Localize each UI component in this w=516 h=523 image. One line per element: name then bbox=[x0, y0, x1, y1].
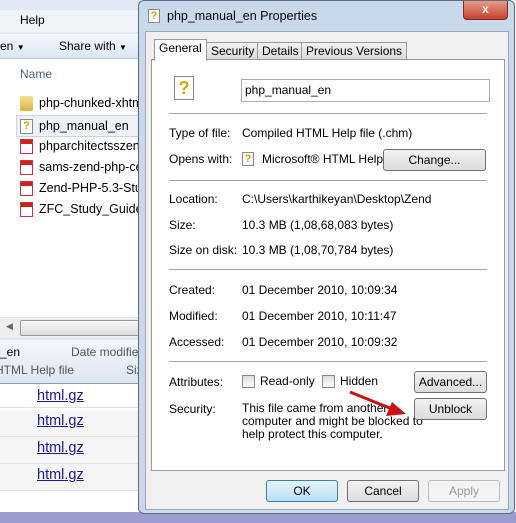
size-label: Size: bbox=[169, 218, 196, 232]
hidden-label: Hidden bbox=[340, 374, 379, 388]
divider bbox=[169, 361, 487, 362]
menu-bar: Help bbox=[0, 10, 140, 32]
close-button[interactable]: x bbox=[463, 1, 508, 20]
file-name: ZFC_Study_Guide_ bbox=[39, 202, 150, 216]
download-link[interactable]: html.gz bbox=[37, 413, 84, 429]
file-item[interactable]: Zend-PHP-5.3-Stu bbox=[20, 178, 150, 198]
created-value: 01 December 2010, 10:09:34 bbox=[242, 283, 398, 297]
properties-dialog: ? php_manual_en Properties x General Sec… bbox=[138, 0, 515, 514]
tab-security[interactable]: Security bbox=[206, 42, 260, 60]
file-name: php_manual_en bbox=[39, 119, 129, 133]
pdf-icon bbox=[20, 160, 33, 176]
open-button[interactable]: en ▼ bbox=[0, 39, 25, 53]
details-pane: _en Date modifie HTML Help file Siz bbox=[0, 340, 143, 383]
chm-help-icon: ? bbox=[20, 119, 33, 135]
details-type: HTML Help file bbox=[0, 363, 74, 377]
details-date-label: Date modifie bbox=[71, 345, 139, 359]
modified-label: Modified: bbox=[169, 309, 218, 323]
folder-icon bbox=[20, 96, 33, 112]
general-tab-panel: ? php_manual_en Type of file: Compiled H… bbox=[151, 59, 505, 471]
dialog-title: php_manual_en Properties bbox=[167, 9, 318, 23]
opens-with-label: Opens with: bbox=[169, 152, 233, 166]
unblock-button[interactable]: Unblock bbox=[414, 398, 487, 420]
modified-value: 01 December 2010, 10:11:47 bbox=[242, 309, 397, 323]
change-button[interactable]: Change... bbox=[383, 149, 486, 171]
red-arrow-annotation bbox=[349, 390, 406, 416]
accessed-value: 01 December 2010, 10:09:32 bbox=[242, 335, 398, 349]
file-item[interactable]: phparchitectsszend bbox=[20, 136, 150, 156]
file-item[interactable]: sams-zend-php-ce bbox=[20, 157, 150, 177]
divider bbox=[169, 113, 487, 114]
pdf-icon bbox=[20, 202, 33, 218]
chevron-down-icon: ▼ bbox=[119, 43, 127, 52]
readonly-checkbox[interactable]: Read-only bbox=[242, 374, 315, 389]
pdf-icon bbox=[20, 181, 33, 197]
download-link[interactable]: html.gz bbox=[37, 467, 84, 483]
chm-help-icon: ? bbox=[174, 76, 194, 100]
cancel-button[interactable]: Cancel bbox=[347, 480, 419, 502]
file-item[interactable]: ? php_manual_en bbox=[16, 115, 151, 137]
apply-button[interactable]: Apply bbox=[428, 480, 500, 502]
checkbox-box[interactable] bbox=[322, 375, 335, 389]
chm-help-icon: ? bbox=[242, 152, 254, 166]
chm-help-icon: ? bbox=[148, 9, 160, 23]
security-line: help protect this computer. bbox=[242, 427, 383, 441]
file-item[interactable]: php-chunked-xhtml bbox=[20, 93, 150, 113]
divider bbox=[169, 180, 487, 181]
web-row: html.gz bbox=[0, 437, 140, 464]
explorer-window: Help en ▼ Share with ▼ Name php-chunked-… bbox=[0, 0, 151, 384]
details-filename: _en bbox=[0, 345, 21, 359]
file-name: phparchitectsszend bbox=[39, 139, 147, 153]
type-value: Compiled HTML Help file (.chm) bbox=[242, 126, 413, 140]
share-with-button[interactable]: Share with ▼ bbox=[59, 39, 127, 53]
size-on-disk-value: 10.3 MB (1,08,70,784 bytes) bbox=[242, 243, 394, 257]
filename-input[interactable]: php_manual_en bbox=[241, 79, 490, 102]
chevron-down-icon: ▼ bbox=[16, 43, 25, 52]
scroll-left-icon[interactable]: ◀ bbox=[6, 321, 13, 332]
share-label: Share with bbox=[59, 39, 116, 53]
type-label: Type of file: bbox=[169, 126, 231, 140]
accessed-label: Accessed: bbox=[169, 335, 225, 349]
ok-button[interactable]: OK bbox=[266, 480, 338, 502]
download-link[interactable]: html.gz bbox=[37, 388, 84, 404]
divider bbox=[169, 269, 487, 270]
hidden-checkbox[interactable]: Hidden bbox=[322, 374, 379, 389]
file-name: sams-zend-php-ce bbox=[39, 160, 143, 174]
explorer-toolbar: en ▼ Share with ▼ bbox=[0, 34, 140, 59]
tab-general[interactable]: General bbox=[154, 39, 207, 61]
menu-help[interactable]: Help bbox=[20, 13, 45, 27]
file-item[interactable]: ZFC_Study_Guide_ bbox=[20, 199, 150, 219]
file-name: php-chunked-xhtml bbox=[39, 96, 146, 110]
open-label: en bbox=[0, 39, 14, 53]
opens-with-value: Microsoft® HTML Help bbox=[262, 152, 384, 166]
location-label: Location: bbox=[169, 192, 218, 206]
download-link[interactable]: html.gz bbox=[37, 440, 84, 456]
title-bar[interactable]: ? php_manual_en Properties x bbox=[139, 1, 514, 33]
readonly-label: Read-only bbox=[260, 374, 315, 388]
tab-previous-versions[interactable]: Previous Versions bbox=[301, 42, 408, 60]
attributes-label: Attributes: bbox=[169, 375, 224, 389]
file-name: Zend-PHP-5.3-Stu bbox=[39, 181, 142, 195]
advanced-button[interactable]: Advanced... bbox=[414, 371, 487, 393]
web-row: html.gz bbox=[0, 410, 140, 437]
close-icon: x bbox=[482, 2, 489, 16]
pdf-icon bbox=[20, 139, 33, 155]
horizontal-scrollbar[interactable]: ◀ bbox=[0, 318, 142, 337]
file-list: Name php-chunked-xhtml ? php_manual_en ph… bbox=[0, 59, 151, 317]
location-value: C:\Users\karthikeyan\Desktop\Zend bbox=[242, 192, 432, 206]
size-on-disk-label: Size on disk: bbox=[169, 243, 238, 257]
web-row: html.gz bbox=[0, 384, 140, 408]
column-header-name[interactable]: Name bbox=[20, 67, 52, 81]
created-label: Created: bbox=[169, 283, 216, 297]
size-value: 10.3 MB (1,08,68,083 bytes) bbox=[242, 218, 394, 232]
security-label: Security: bbox=[169, 402, 216, 416]
checkbox-box[interactable] bbox=[242, 375, 255, 389]
tab-details[interactable]: Details bbox=[257, 42, 304, 60]
scrollbar-thumb[interactable] bbox=[20, 320, 142, 336]
dialog-client: General Security Details Previous Versio… bbox=[145, 31, 509, 510]
web-row: html.gz bbox=[0, 464, 140, 491]
